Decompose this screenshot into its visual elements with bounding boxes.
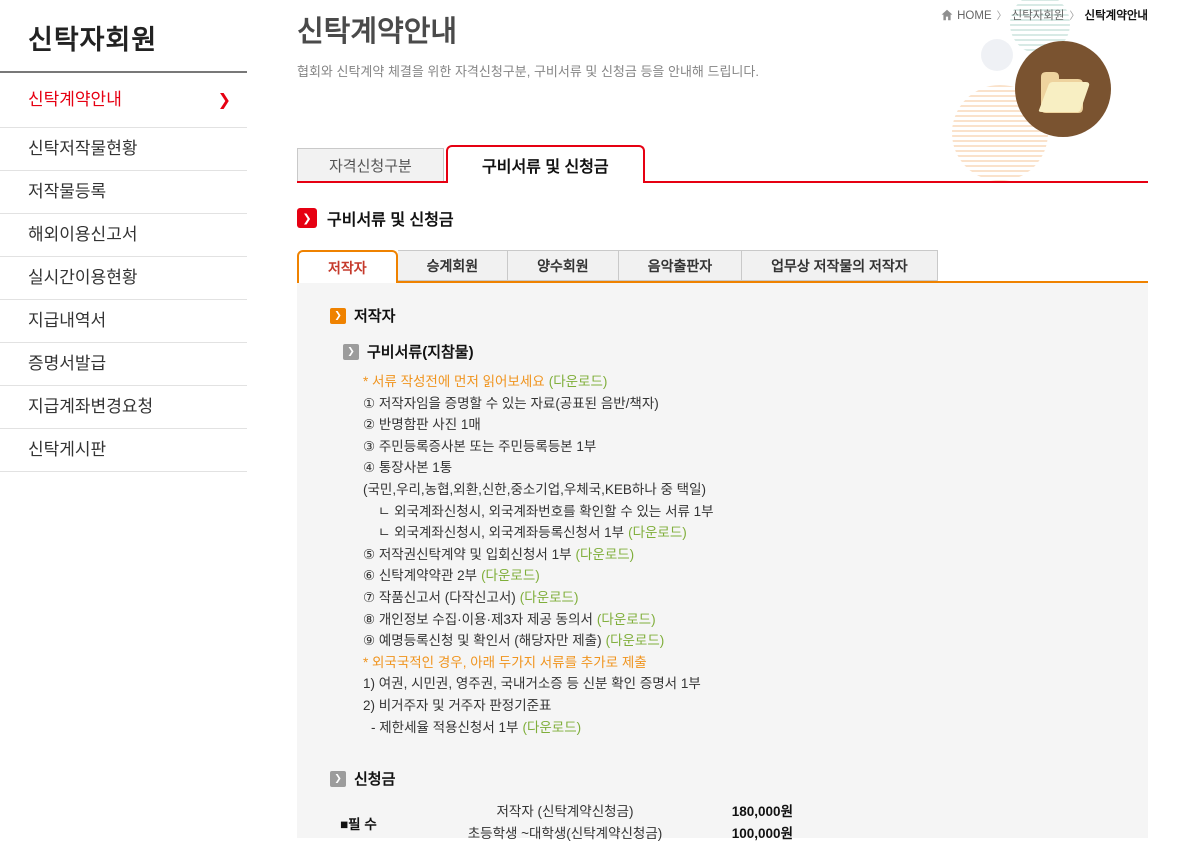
fee-row: 저작자 (신탁계약신청금) 180,000원	[415, 801, 793, 823]
breadcrumb: HOME 〉 신탁자회원 〉 신탁계약안내	[941, 7, 1148, 23]
sidebar-item-7[interactable]: 증명서발급	[0, 343, 247, 386]
decorative-circle	[981, 39, 1013, 71]
fee-row: 초등학생 ~대학생(신탁계약신청금) 100,000원	[415, 823, 793, 845]
download-link[interactable]: (다운로드)	[522, 720, 581, 735]
author-heading-label: 저작자	[354, 308, 396, 325]
sidebar-title: 신탁자회원	[0, 0, 247, 73]
document-line: ⑦ 작품신고서 (다작신고서) (다운로드)	[363, 589, 579, 605]
fee-value: 100,000원	[731, 826, 793, 842]
download-link[interactable]: (다운로드)	[606, 633, 665, 648]
download-link[interactable]: (다운로드)	[549, 374, 608, 389]
page-description: 협회와 신탁계약 체결을 위한 자격신청구분, 구비서류 및 신청금 등을 안내…	[297, 64, 759, 79]
breadcrumb-item[interactable]: HOME	[957, 10, 992, 22]
fees-section: 신청금 ■필 수 저작자 (신탁계약신청금) 180,000원초등학생 ~대학생(…	[330, 768, 1118, 845]
fee-value: 180,000원	[731, 804, 793, 820]
sidebar-item-label: 실시간이용현황	[28, 268, 138, 287]
sidebar-item-4[interactable]: 해외이용신고서	[0, 214, 247, 257]
chevron-right-icon	[330, 770, 346, 787]
sidebar-item-9[interactable]: 신탁게시판	[0, 429, 247, 472]
chevron-right-icon	[343, 343, 359, 360]
subtabs-underline	[297, 281, 1148, 283]
sidebar-item-label: 지급내역서	[28, 311, 107, 330]
document-line: ⑧ 개인정보 수집·이용·제3자 제공 동의서 (다운로드)	[363, 611, 656, 627]
document-line: ② 반명함판 사진 1매	[363, 417, 481, 433]
download-link[interactable]: (다운로드)	[597, 612, 656, 627]
document-line: ④ 통장사본 1통	[363, 460, 453, 476]
download-link[interactable]: (다운로드)	[520, 590, 579, 605]
document-line: ㄴ 외국계좌신청시, 외국계좌번호를 확인할 수 있는 서류 1부	[378, 503, 714, 519]
document-line: * 외국국적인 경우, 아래 두가지 서류를 추가로 제출	[363, 654, 647, 670]
open-folder-icon	[1015, 41, 1111, 137]
sidebar-item-label: 신탁게시판	[28, 440, 107, 459]
chevron-right-icon	[297, 208, 317, 228]
tab-1[interactable]: 자격신청구분	[297, 148, 444, 181]
sidebar-item-2[interactable]: 신탁저작물현황	[0, 128, 247, 171]
sub-tabs: 저작자 승계회원 양수회원 음악출판자 업무상 저작물의 저작자	[297, 250, 1148, 283]
sidebar-item-label: 신탁저작물현황	[28, 139, 138, 158]
sidebar-item-6[interactable]: 지급내역서	[0, 300, 247, 343]
document-line: ⑥ 신탁계약약관 2부 (다운로드)	[363, 568, 540, 584]
breadcrumb-item[interactable]: 신탁계약안내	[1085, 10, 1148, 22]
document-line: ① 저작자임을 증명할 수 있는 자료(공표된 음반/책자)	[363, 395, 659, 411]
subtab-4[interactable]: 음악출판자	[618, 250, 743, 281]
sidebar-menu: 신탁계약안내 ❯ 신탁저작물현황저작물등록해외이용신고서실시간이용현황지급내역서증명…	[0, 73, 247, 472]
sidebar-item-label: 저작물등록	[28, 182, 107, 201]
download-link[interactable]: (다운로드)	[576, 547, 635, 562]
tabs-underline	[297, 181, 1148, 183]
fees-rows: 저작자 (신탁계약신청금) 180,000원초등학생 ~대학생(신탁계약신청금) 1…	[415, 801, 793, 845]
sidebar-item-label: 증명서발급	[28, 354, 107, 373]
breadcrumb-item[interactable]: 신탁자회원	[1012, 10, 1065, 22]
subtab-3[interactable]: 양수회원	[508, 250, 619, 281]
document-line: ⑨ 예명등록신청 및 확인서 (해당자만 제출) (다운로드)	[363, 633, 665, 649]
documents-list: * 서류 작성전에 먼저 읽어보세요 (다운로드) ① 저작자임을 증명할 수 있는…	[363, 371, 1118, 738]
chevron-right-icon: ❯	[217, 90, 231, 109]
sidebar-item-5[interactable]: 실시간이용현황	[0, 257, 247, 300]
tab-2[interactable]: 구비서류 및 신청금	[446, 145, 645, 183]
breadcrumb-separator: 〉	[996, 11, 1007, 22]
sidebar-item-3[interactable]: 저작물등록	[0, 171, 247, 214]
page-title: 신탁계약안내	[297, 16, 458, 48]
chevron-right-icon	[330, 307, 346, 324]
download-link[interactable]: (다운로드)	[481, 568, 540, 583]
home-icon	[941, 9, 953, 21]
author-heading: 저작자	[330, 305, 1118, 326]
sidebar: 신탁자회원 신탁계약안내 ❯ 신탁저작물현황저작물등록해외이용신고서실시간이용현황지…	[0, 0, 247, 472]
subtab-1[interactable]: 저작자	[297, 250, 398, 283]
download-link[interactable]: (다운로드)	[628, 525, 687, 540]
main-tabs: 자격신청구분 구비서류 및 신청금	[297, 145, 1148, 183]
document-line: ③ 주민등록증사본 또는 주민등록등본 1부	[363, 438, 597, 454]
sidebar-item-1[interactable]: 신탁계약안내 ❯	[0, 73, 247, 128]
content-panel: 저작자 구비서류(지참물) * 서류 작성전에 먼저 읽어보세요(다운로드) ① …	[297, 283, 1148, 841]
documents-heading-label: 구비서류(지참물)	[367, 344, 474, 361]
document-line: * 서류 작성전에 먼저 읽어보세요 (다운로드)	[363, 374, 608, 389]
breadcrumb-separator: 〉	[1069, 11, 1080, 22]
section-heading: 구비서류 및 신청금	[297, 206, 454, 230]
sidebar-item-label: 해외이용신고서	[28, 225, 138, 244]
subtab-5[interactable]: 업무상 저작물의 저작자	[742, 250, 938, 281]
breadcrumb-items: HOME 〉 신탁자회원 〉 신탁계약안내	[957, 7, 1148, 23]
fee-label: 초등학생 ~대학생(신탁계약신청금)	[467, 826, 663, 842]
document-line: (국민,우리,농협,외환,신한,중소기업,우체국,KEB하나 중 택일)	[363, 481, 707, 497]
document-line: - 제한세율 적용신청서 1부 (다운로드)	[371, 719, 582, 735]
fees-required-label: ■필 수	[340, 817, 377, 833]
fee-label: 저작자 (신탁계약신청금)	[496, 804, 634, 820]
document-line: 2) 비거주자 및 거주자 판정기준표	[363, 697, 552, 713]
sidebar-item-8[interactable]: 지급계좌변경요청	[0, 386, 247, 429]
document-line: ⑤ 저작권신탁계약 및 입회신청서 1부 (다운로드)	[363, 546, 635, 562]
fees-heading: 신청금	[330, 768, 1118, 789]
document-line: 1) 여권, 시민권, 영주권, 국내거소증 등 신분 확인 증명서 1부	[363, 676, 701, 692]
sidebar-item-label: 신탁계약안내	[28, 90, 122, 109]
subtab-2[interactable]: 승계회원	[397, 250, 509, 281]
sidebar-item-label: 지급계좌변경요청	[28, 397, 154, 416]
fees-table: ■필 수 저작자 (신탁계약신청금) 180,000원초등학생 ~대학생(신탁계약…	[340, 801, 1118, 845]
fees-heading-label: 신청금	[354, 771, 396, 789]
documents-heading: 구비서류(지참물)	[343, 341, 1118, 362]
section-title: 구비서류 및 신청금	[327, 212, 454, 229]
document-line: ㄴ 외국계좌신청시, 외국계좌등록신청서 1부 (다운로드)	[378, 525, 687, 541]
